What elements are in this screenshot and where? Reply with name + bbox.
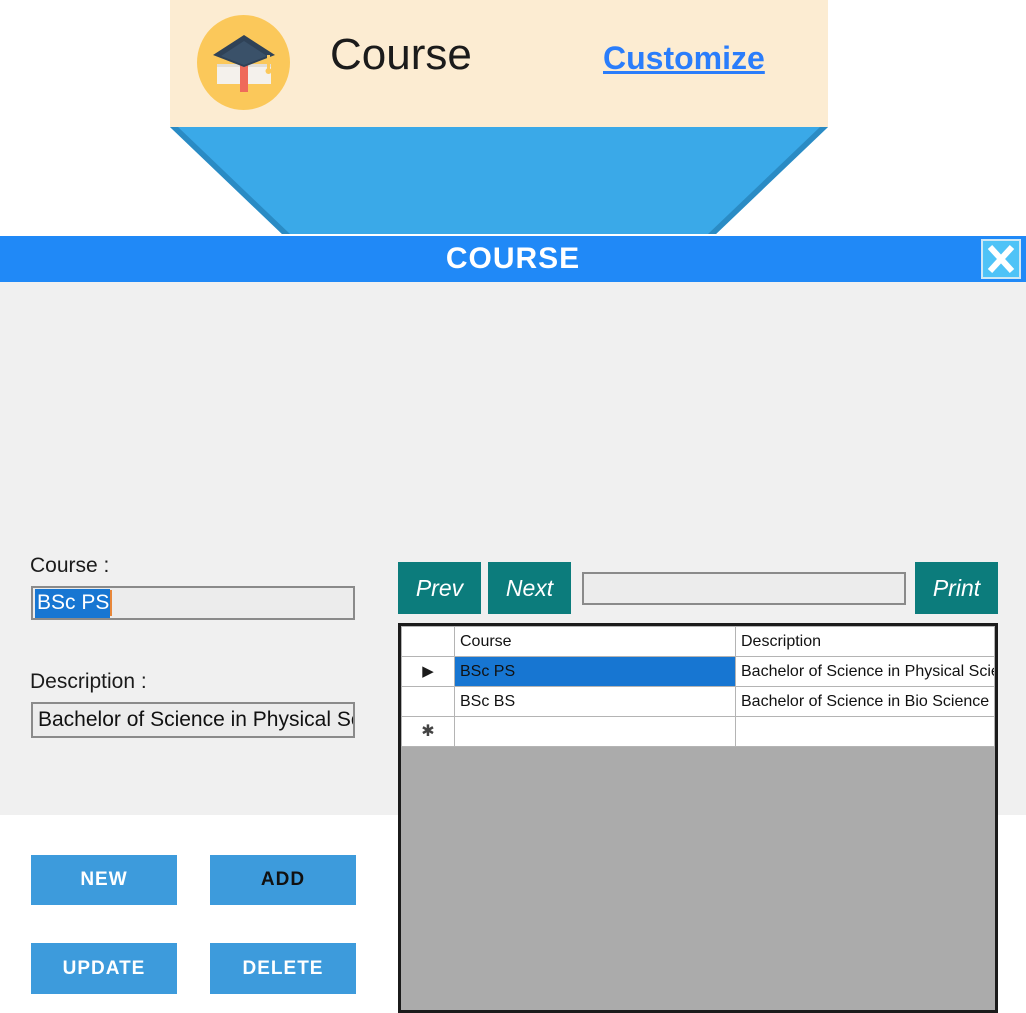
course-field-label: Course : <box>30 554 110 577</box>
graduation-cap-icon <box>197 15 290 110</box>
table-row-new[interactable]: ✱ <box>401 716 995 747</box>
description-field-label: Description : <box>30 670 147 693</box>
row-marker[interactable] <box>401 686 455 717</box>
dialog-titlebar: COURSE <box>0 236 1026 282</box>
update-button[interactable]: UPDATE <box>31 943 177 994</box>
cell-course[interactable]: BSc BS <box>454 686 736 717</box>
course-dialog-window: COURSE Course : BSc PS Description : Bac… <box>0 236 1026 1013</box>
column-header-description: Description <box>735 626 995 657</box>
new-button[interactable]: NEW <box>31 855 177 905</box>
current-row-arrow-icon: ▶ <box>422 663 434 680</box>
page-title: Course <box>330 30 472 79</box>
add-button[interactable]: ADD <box>210 855 356 905</box>
row-selector-column-header <box>401 626 455 657</box>
text-caret <box>110 590 113 616</box>
description-input[interactable]: Bachelor of Science in Physical Sc <box>31 702 355 738</box>
dialog-title: COURSE <box>445 242 581 275</box>
customize-link[interactable]: Customize <box>603 40 765 77</box>
data-grid-table: Course Description ▶ BSc PS Bachelor of … <box>401 626 995 747</box>
search-input[interactable] <box>582 572 906 605</box>
cell-course[interactable] <box>454 716 736 747</box>
course-input[interactable]: BSc PS <box>31 586 355 620</box>
close-x-glyph <box>987 244 1015 274</box>
prev-button[interactable]: Prev <box>398 562 481 614</box>
course-data-grid[interactable]: Course Description ▶ BSc PS Bachelor of … <box>398 623 998 1013</box>
page-header-banner: Course Customize <box>170 0 828 127</box>
graduation-cap-glyph <box>213 35 275 92</box>
funnel-shape <box>170 127 828 234</box>
close-icon[interactable] <box>981 239 1021 279</box>
data-grid-header: Course Description <box>401 626 995 657</box>
cell-description[interactable]: Bachelor of Science in Physical Science <box>735 656 995 687</box>
cell-description[interactable]: Bachelor of Science in Bio Science <box>735 686 995 717</box>
cell-course[interactable]: BSc PS <box>454 656 736 687</box>
delete-button[interactable]: DELETE <box>210 943 356 994</box>
next-button[interactable]: Next <box>488 562 571 614</box>
data-grid-body: ▶ BSc PS Bachelor of Science in Physical… <box>401 656 995 747</box>
header-row: Course Description <box>401 626 995 657</box>
row-marker[interactable]: ▶ <box>401 656 455 687</box>
row-marker[interactable]: ✱ <box>401 716 455 747</box>
table-row[interactable]: BSc BS Bachelor of Science in Bio Scienc… <box>401 686 995 717</box>
print-button[interactable]: Print <box>915 562 998 614</box>
column-header-course: Course <box>454 626 736 657</box>
description-input-value: Bachelor of Science in Physical Sc <box>38 708 355 731</box>
new-row-asterisk-icon: ✱ <box>421 723 435 740</box>
funnel-decoration <box>170 127 828 238</box>
course-input-value: BSc PS <box>35 588 111 618</box>
cell-description[interactable] <box>735 716 995 747</box>
table-row[interactable]: ▶ BSc PS Bachelor of Science in Physical… <box>401 656 995 687</box>
